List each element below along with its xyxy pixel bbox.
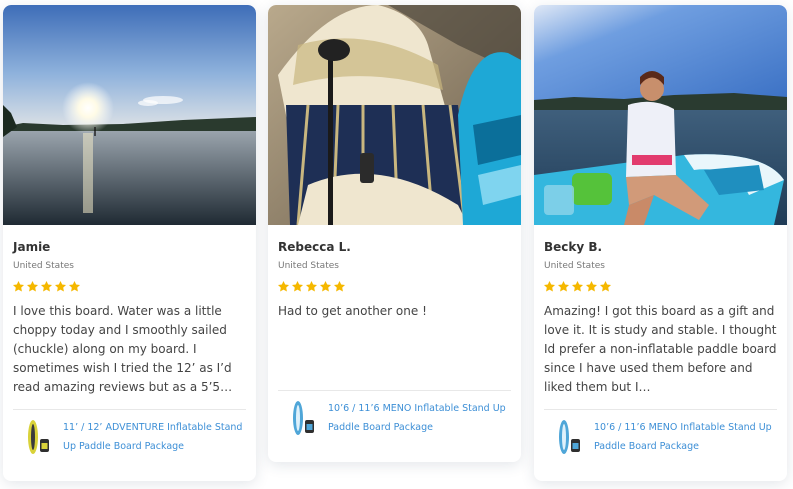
product-name[interactable]: 10’6 / 11’6 MENO Inflatable Stand Up Pad… xyxy=(594,418,779,456)
star-icon xyxy=(557,280,570,292)
review-photo-paddle-boards[interactable] xyxy=(268,5,521,225)
star-rating xyxy=(543,280,612,293)
product-name[interactable]: 11’ / 12’ ADVENTURE Inflatable Stand Up … xyxy=(63,418,248,456)
reviewer-country: United States xyxy=(13,261,74,271)
star-icon xyxy=(319,280,332,292)
reviewer-country: United States xyxy=(544,261,605,271)
star-icon xyxy=(12,280,25,292)
product-link[interactable]: 10’6 / 11’6 MENO Inflatable Stand Up Pad… xyxy=(544,417,779,457)
star-icon xyxy=(68,280,81,292)
paddle-board-thumbnail xyxy=(290,400,316,436)
star-icon xyxy=(543,280,556,292)
star-rating xyxy=(277,280,346,293)
star-icon xyxy=(40,280,53,292)
reviewer-country: United States xyxy=(278,261,339,271)
star-icon xyxy=(54,280,67,292)
star-rating xyxy=(12,280,81,293)
star-icon xyxy=(585,280,598,292)
reviewer-name: Jamie xyxy=(13,240,51,254)
star-icon xyxy=(333,280,346,292)
product-link[interactable]: 11’ / 12’ ADVENTURE Inflatable Stand Up … xyxy=(13,417,248,457)
divider xyxy=(13,409,246,410)
star-icon xyxy=(305,280,318,292)
star-icon xyxy=(277,280,290,292)
product-name[interactable]: 10’6 / 11’6 MENO Inflatable Stand Up Pad… xyxy=(328,399,513,437)
review-text: I love this board. Water was a little ch… xyxy=(13,304,233,394)
star-icon xyxy=(291,280,304,292)
review-text: Had to get another one ! xyxy=(278,304,427,318)
divider xyxy=(278,390,511,391)
paddle-board-thumbnail xyxy=(25,419,51,455)
paddle-board-thumbnail xyxy=(556,419,582,455)
divider xyxy=(544,409,777,410)
star-icon xyxy=(571,280,584,292)
review-text: Amazing! I got this board as a gift and … xyxy=(544,304,777,394)
reviewer-name: Becky B. xyxy=(544,240,603,254)
review-photo-paddler-on-board[interactable] xyxy=(534,5,787,225)
review-card: Jamie United States I love this board. W… xyxy=(3,5,256,481)
review-photo-sunset-lake[interactable] xyxy=(3,5,256,225)
star-icon xyxy=(599,280,612,292)
review-card: Becky B. United States Amazing! I got th… xyxy=(534,5,787,481)
reviewer-name: Rebecca L. xyxy=(278,240,351,254)
star-icon xyxy=(26,280,39,292)
product-link[interactable]: 10’6 / 11’6 MENO Inflatable Stand Up Pad… xyxy=(278,398,513,438)
review-card: Rebecca L. United States Had to get anot… xyxy=(268,5,521,462)
